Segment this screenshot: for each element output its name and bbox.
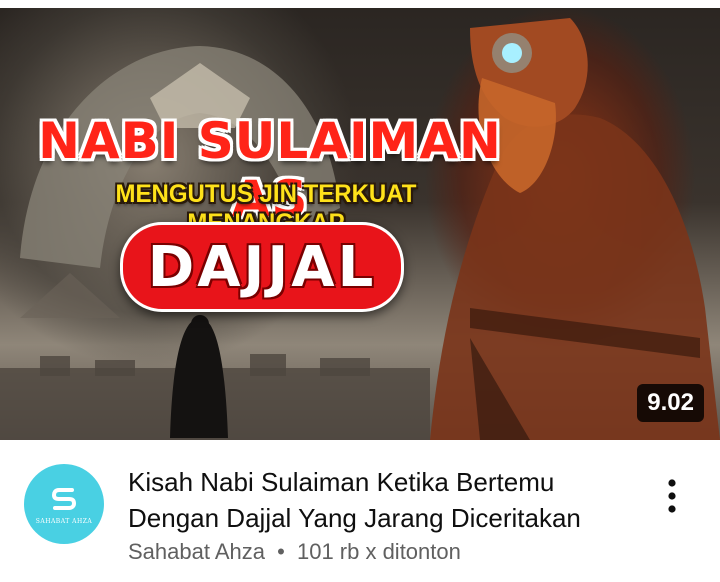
video-title[interactable]: Kisah Nabi Sulaiman Ketika Bertemu Denga… bbox=[128, 464, 648, 536]
video-thumbnail[interactable]: NABI SULAIMAN AS MENGUTUS JIN TERKUAT ME… bbox=[0, 8, 720, 440]
view-count: 101 rb x ditonton bbox=[296, 539, 461, 564]
video-metadata: Sahabat Ahza • 101 rb x ditonton bbox=[128, 539, 461, 565]
thumbnail-text-overlay: NABI SULAIMAN AS MENGUTUS JIN TERKUAT ME… bbox=[0, 8, 720, 440]
thumbnail-headline-3: DAJJAL bbox=[147, 234, 377, 300]
more-options-button[interactable] bbox=[652, 474, 692, 518]
video-title-line-2: Dengan Dajjal Yang Jarang Diceritakan bbox=[128, 503, 581, 533]
video-duration-badge: 9.02 bbox=[637, 384, 704, 422]
more-vertical-icon bbox=[668, 479, 676, 513]
meta-separator: • bbox=[277, 539, 285, 564]
thumbnail-headline-badge: DAJJAL bbox=[120, 222, 404, 312]
video-title-line-1: Kisah Nabi Sulaiman Ketika Bertemu bbox=[128, 467, 555, 497]
s-logo-icon bbox=[52, 487, 76, 510]
channel-name[interactable]: Sahabat Ahza bbox=[128, 539, 265, 564]
video-card: NABI SULAIMAN AS MENGUTUS JIN TERKUAT ME… bbox=[0, 0, 720, 582]
avatar-channel-text: SAHABAT AHZA bbox=[35, 517, 93, 525]
channel-avatar[interactable]: SAHABAT AHZA bbox=[24, 464, 104, 544]
